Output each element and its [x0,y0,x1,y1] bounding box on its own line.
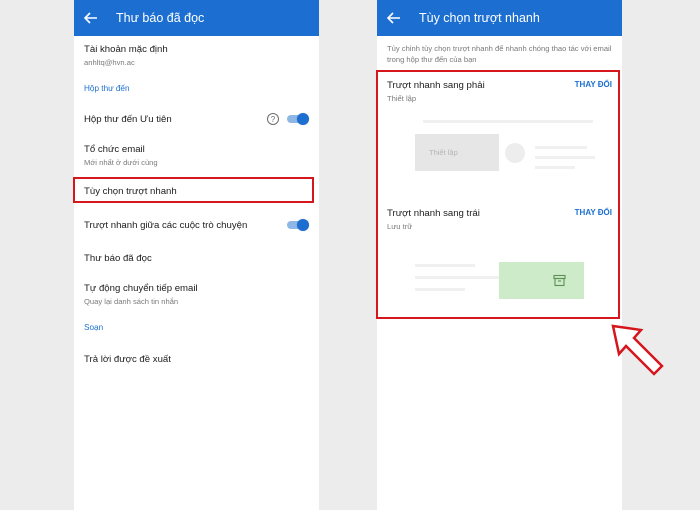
page-title: Thư báo đã đọc [116,11,205,25]
back-arrow-icon[interactable] [387,10,403,26]
auto-advance-value: Quay lại danh sách tin nhắn [84,297,179,306]
default-account-value: anhltq@hvn.ac [84,58,135,67]
toggle-knob [297,113,309,125]
section-header-inbox: Hộp thư đến [84,84,130,93]
app-bar-right: Tùy chọn trượt nhanh [377,0,622,36]
settings-panel-left: Thư báo đã đọc Tài khoản mặc định anhltq… [74,0,319,510]
swipe-conversations-toggle[interactable] [287,219,309,231]
mark-read-label: Thư báo đã đọc [84,253,152,264]
app-bar-left: Thư báo đã đọc [74,0,319,36]
suggested-replies-label: Trả lời được đề xuất [84,354,171,365]
back-arrow-icon[interactable] [84,10,100,26]
help-icon[interactable]: ? [267,113,279,125]
swipe-conversations-label: Trượt nhanh giữa các cuộc trò chuyện [84,220,248,231]
swipe-conversations-setting[interactable]: Trượt nhanh giữa các cuộc trò chuyện [84,220,309,231]
swipe-description: Tùy chỉnh tùy chọn trượt nhanh để nhanh … [387,44,612,64]
outline-arrow-icon [611,324,664,376]
mark-read-setting[interactable]: Thư báo đã đọc [84,253,309,264]
toggle-knob [297,219,309,231]
organize-email-label: Tổ chức email [84,144,145,155]
page-title: Tùy chọn trượt nhanh [419,11,540,25]
organize-email-value: Mới nhất ở dưới cùng [84,158,158,167]
default-account-label: Tài khoản mặc định [84,44,168,55]
auto-advance-setting[interactable]: Tự động chuyển tiếp email Quay lại danh … [84,283,309,306]
focused-inbox-toggle[interactable] [287,113,309,125]
auto-advance-label: Tự động chuyển tiếp email [84,283,198,294]
section-header-compose: Soạn [84,323,104,332]
highlight-box-left [73,177,314,203]
highlight-box-right [376,70,620,319]
default-account-setting[interactable]: Tài khoản mặc định anhltq@hvn.ac [84,44,309,67]
suggested-replies-setting[interactable]: Trả lời được đề xuất [84,354,309,365]
organize-email-setting[interactable]: Tổ chức email Mới nhất ở dưới cùng [84,144,309,167]
